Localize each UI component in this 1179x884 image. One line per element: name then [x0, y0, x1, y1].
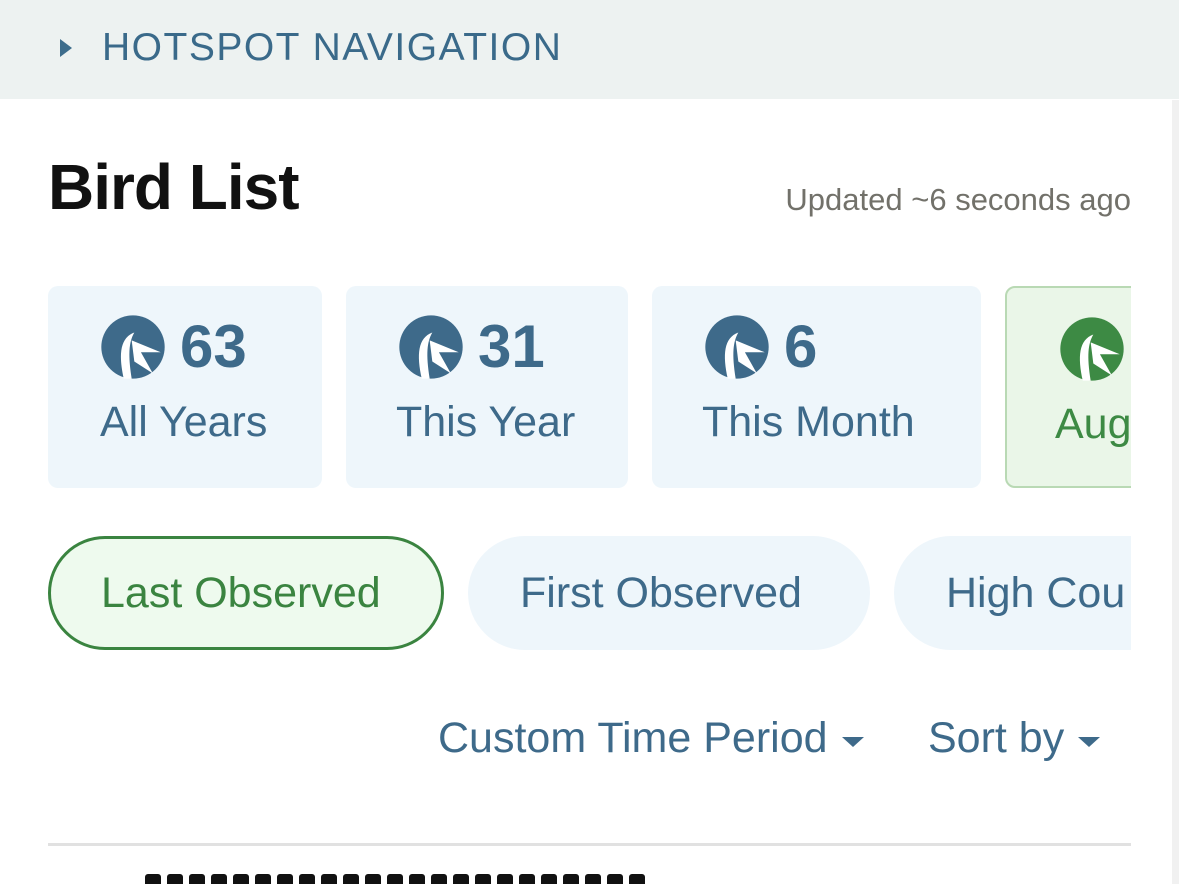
caret-down-icon: [841, 736, 864, 747]
card-all-years[interactable]: 63 All Years: [48, 286, 322, 488]
card-count: 31: [478, 313, 545, 380]
filter-last-observed[interactable]: Last Observed: [48, 536, 444, 650]
card-this-month[interactable]: 6 This Month: [652, 286, 981, 488]
scrollbar[interactable]: [1172, 100, 1179, 884]
hotspot-navigation-bar: HOTSPOT NAVIGATION: [0, 0, 1179, 99]
filter-high-count[interactable]: High Cou: [894, 536, 1131, 650]
time-range-cards: 63 All Years 31 This Year 6 This Month A…: [48, 286, 1131, 490]
card-label: Aug: [1055, 400, 1131, 448]
caret-down-icon: [1078, 736, 1101, 747]
card-label: All Years: [100, 398, 268, 446]
filter-label: First Observed: [520, 568, 802, 617]
custom-time-period-dropdown[interactable]: Custom Time Period: [438, 714, 864, 763]
card-label: This Year: [396, 398, 576, 446]
hotspot-navigation-toggle[interactable]: HOTSPOT NAVIGATION: [60, 22, 562, 74]
bird-icon: [1059, 316, 1125, 382]
card-month-aug[interactable]: Aug: [1005, 286, 1131, 488]
bird-icon: [704, 314, 770, 380]
filter-first-observed[interactable]: First Observed: [468, 536, 870, 650]
card-this-year[interactable]: 31 This Year: [346, 286, 628, 488]
dropdown-label: Sort by: [928, 714, 1065, 762]
sort-by-dropdown[interactable]: Sort by: [928, 714, 1101, 763]
hotspot-navigation-label: HOTSPOT NAVIGATION: [102, 26, 563, 69]
bird-icon: [100, 314, 166, 380]
filter-label: High Cou: [946, 568, 1126, 617]
page-title: Bird List: [48, 151, 300, 223]
filter-label: Last Observed: [101, 568, 381, 617]
species-row-peek: [145, 874, 705, 884]
card-count: 6: [784, 313, 818, 380]
bird-icon: [398, 314, 464, 380]
card-count: 63: [180, 313, 247, 380]
updated-timestamp: Updated ~6 seconds ago: [785, 182, 1131, 217]
caret-right-icon: [60, 39, 72, 57]
list-divider: [48, 843, 1131, 846]
card-label: This Month: [702, 398, 915, 446]
dropdown-label: Custom Time Period: [438, 714, 828, 762]
observation-filter-pills: Last Observed First Observed High Cou: [48, 536, 1131, 652]
